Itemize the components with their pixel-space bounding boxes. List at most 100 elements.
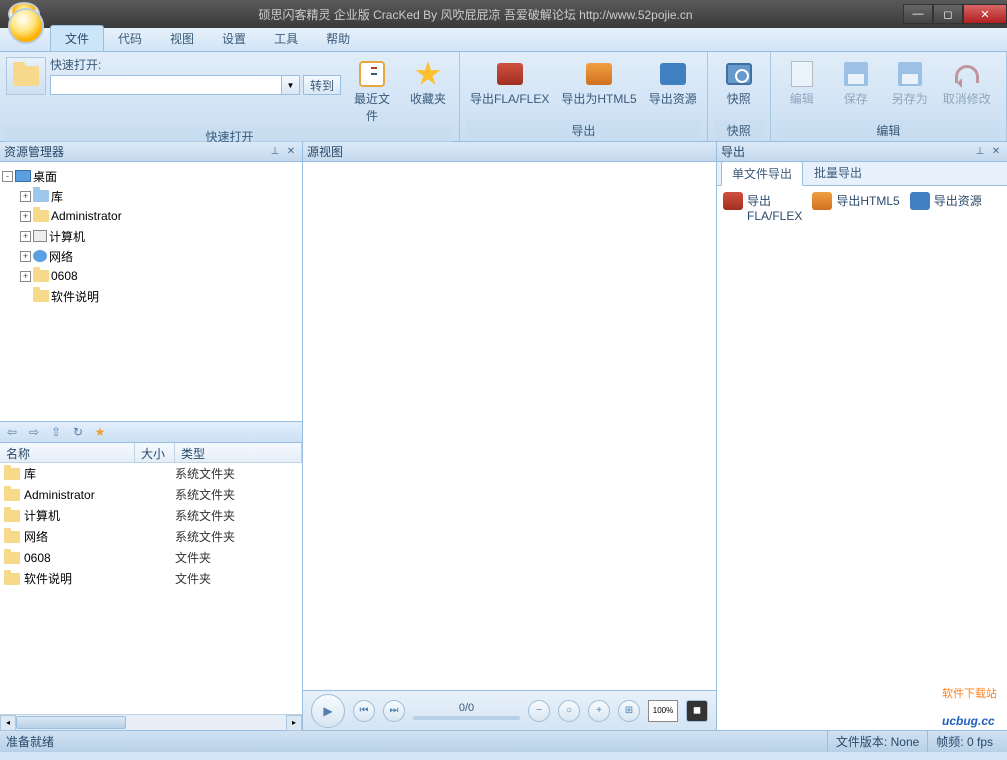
close-panel-icon[interactable]: ✕ [284, 145, 298, 159]
expand-icon[interactable]: + [20, 191, 31, 202]
pin-icon[interactable]: ⊥ [268, 145, 282, 159]
minimize-button[interactable]: — [903, 4, 933, 24]
title-bar: 硕思闪客精灵 企业版 CracKed By 风吹屁屁凉 吾爱破解论坛 http:… [0, 0, 1007, 28]
back-icon[interactable]: ⇦ [4, 424, 20, 440]
export-item-fla[interactable]: 导出 FLA/FLEX [723, 192, 802, 223]
export-item-res[interactable]: 导出资源 [910, 192, 982, 210]
tree-node[interactable]: +库 [2, 186, 300, 206]
save-button[interactable]: 保存 [831, 56, 881, 109]
scroll-right-icon[interactable]: ▸ [286, 715, 302, 731]
tab-code[interactable]: 代码 [104, 26, 156, 51]
fla-icon [723, 192, 743, 210]
tree-node[interactable]: 软件说明 [2, 286, 300, 306]
prev-frame-button[interactable]: ⏮ [353, 700, 375, 722]
expand-icon[interactable]: - [2, 171, 13, 182]
expand-icon[interactable]: + [20, 211, 31, 222]
expand-icon[interactable]: + [20, 251, 31, 262]
up-icon[interactable]: ⇧ [48, 424, 64, 440]
tree-node[interactable]: + 计算机 [2, 226, 300, 246]
file-list-header: 名称 大小 类型 [0, 443, 302, 463]
pin-icon[interactable]: ⊥ [973, 145, 987, 159]
horizontal-scrollbar[interactable]: ◂ ▸ [0, 714, 302, 730]
export-item-html5[interactable]: 导出HTML5 [812, 192, 899, 210]
tab-single-export[interactable]: 单文件导出 [721, 161, 803, 186]
tab-batch-export[interactable]: 批量导出 [803, 160, 873, 185]
zoom-in-button[interactable]: + [588, 700, 610, 722]
export-fla-button[interactable]: 导出FLA/FLEX [466, 56, 553, 109]
list-item[interactable]: 软件说明文件夹 [0, 568, 302, 589]
zoom-out-button[interactable]: − [528, 700, 550, 722]
maximize-button[interactable]: ◻ [933, 4, 963, 24]
folder-icon [4, 573, 20, 585]
folder-icon [4, 552, 20, 564]
list-item[interactable]: 计算机系统文件夹 [0, 505, 302, 526]
forward-icon[interactable]: ⇨ [26, 424, 42, 440]
source-view-header: 源视图 [303, 142, 716, 162]
tree-label: 软件说明 [51, 288, 99, 305]
tree-label: 网络 [49, 248, 73, 265]
snapshot-button[interactable]: 快照 [714, 56, 764, 109]
list-item[interactable]: 网络系统文件夹 [0, 526, 302, 547]
quick-open-dropdown[interactable]: ▼ [282, 75, 300, 95]
save-icon [844, 62, 868, 86]
progress-slider[interactable] [413, 716, 520, 720]
list-item[interactable]: Administrator系统文件夹 [0, 484, 302, 505]
scroll-left-icon[interactable]: ◂ [0, 715, 16, 731]
tab-help[interactable]: 帮助 [312, 26, 364, 51]
list-item[interactable]: 0608文件夹 [0, 547, 302, 568]
tab-view[interactable]: 视图 [156, 26, 208, 51]
status-fps: 帧频: 0 fps [927, 731, 1001, 752]
user-icon [33, 210, 49, 222]
col-type[interactable]: 类型 [175, 443, 302, 462]
group-snap-label: 快照 [714, 120, 764, 141]
next-frame-button[interactable]: ⏭ [383, 700, 405, 722]
fullscreen-button[interactable]: ◼ [686, 700, 708, 722]
saveas-button[interactable]: 另存为 [885, 56, 935, 109]
tree-node[interactable]: + 网络 [2, 246, 300, 266]
edit-button[interactable]: 编辑 [777, 56, 827, 109]
zoom-fit-button[interactable]: ⊞ [618, 700, 640, 722]
goto-button[interactable]: 转到 [303, 75, 341, 95]
quick-open-input[interactable] [50, 75, 282, 95]
expand-icon[interactable]: + [20, 231, 31, 242]
status-version: 文件版本: None [827, 731, 927, 752]
favorites-button[interactable]: 收藏夹 [403, 56, 453, 109]
close-button[interactable]: ✕ [963, 4, 1007, 24]
tree-label: 计算机 [49, 228, 85, 245]
player-bar: ▶ ⏮ ⏭ 0/0 − ○ + ⊞ 100% ◼ [303, 690, 716, 730]
zoom-reset-button[interactable]: ○ [558, 700, 580, 722]
progress-label: 0/0 [459, 702, 474, 714]
close-panel-icon[interactable]: ✕ [989, 145, 1003, 159]
tab-file[interactable]: 文件 [50, 25, 104, 51]
expand-icon[interactable]: + [20, 271, 31, 282]
html5-icon [812, 192, 832, 210]
tree-node[interactable]: +0608 [2, 266, 300, 286]
export-html5-button[interactable]: 导出为HTML5 [557, 56, 640, 109]
folder-tree[interactable]: -桌面+库+Administrator+计算机+网络+0608软件说明 [0, 162, 302, 421]
recent-files-button[interactable]: 最近文件 [345, 56, 399, 126]
tree-node[interactable]: + Administrator [2, 206, 300, 226]
export-body: 导出 FLA/FLEX 导出HTML5 导出资源 [717, 186, 1007, 730]
tree-node[interactable]: -桌面 [2, 166, 300, 186]
list-item[interactable]: 库系统文件夹 [0, 463, 302, 484]
export-header: 导出 ⊥ ✕ [717, 142, 1007, 162]
undo-button[interactable]: 取消修改 [939, 56, 995, 109]
file-list[interactable]: 库系统文件夹Administrator系统文件夹计算机系统文件夹网络系统文件夹0… [0, 463, 302, 714]
folder-blue-icon [33, 190, 49, 202]
refresh-icon[interactable]: ↻ [70, 424, 86, 440]
camera-icon [726, 63, 752, 85]
fav-star-icon[interactable]: ★ [92, 424, 108, 440]
tab-settings[interactable]: 设置 [208, 26, 260, 51]
play-button[interactable]: ▶ [311, 694, 345, 728]
app-menu-button[interactable] [8, 8, 44, 44]
tab-tools[interactable]: 工具 [260, 26, 312, 51]
desktop-icon [15, 170, 31, 182]
open-folder-icon[interactable] [6, 57, 46, 95]
export-res-button[interactable]: 导出资源 [645, 56, 701, 109]
tree-label: Administrator [51, 209, 122, 223]
clock-icon [359, 61, 385, 87]
scroll-thumb[interactable] [16, 716, 126, 729]
col-name[interactable]: 名称 [0, 443, 135, 462]
zoom-100-button[interactable]: 100% [648, 700, 678, 722]
col-size[interactable]: 大小 [135, 443, 175, 462]
